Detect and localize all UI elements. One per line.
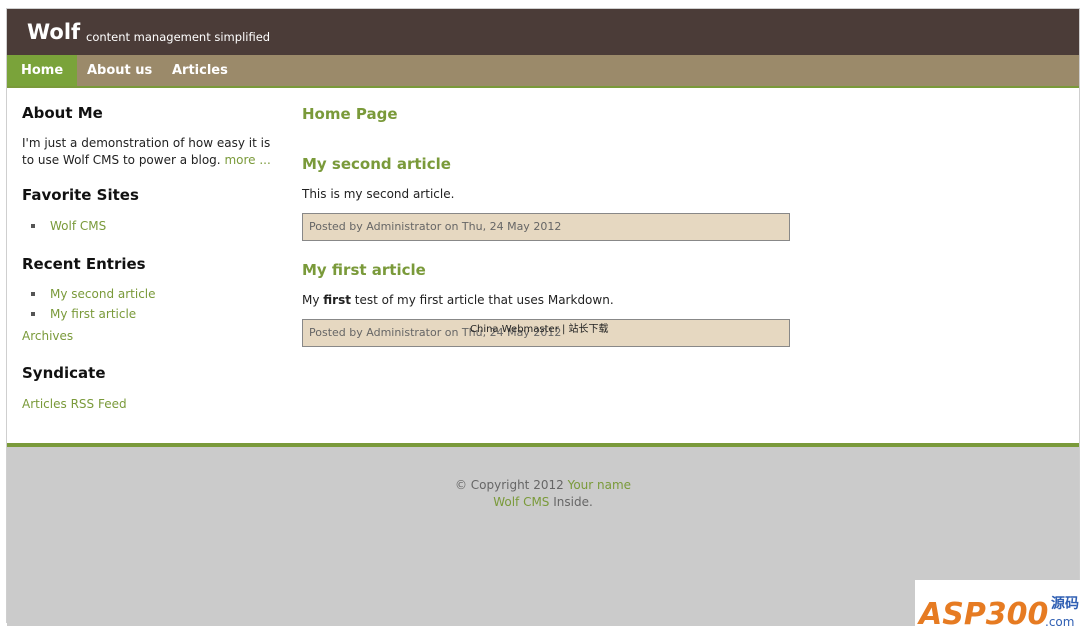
about-me-text: I'm just a demonstration of how easy it … <box>22 135 272 169</box>
bullet-icon <box>31 312 35 316</box>
footer-powered: Wolf CMS Inside. <box>7 494 1079 511</box>
asp300-suffix: 源码 <box>1051 595 1079 612</box>
site-header: Wolf content management simplified <box>7 9 1079 55</box>
main-content: Home Page My second article This is my s… <box>302 105 1062 347</box>
about-more-link[interactable]: more ... <box>224 153 270 167</box>
inside-text: Inside. <box>553 495 593 509</box>
recent-entry-link[interactable]: My second article <box>50 287 156 301</box>
your-name-link[interactable]: Your name <box>568 478 631 492</box>
article-title-link[interactable]: My first article <box>302 261 1062 279</box>
article-info: Posted by Administrator on Thu, 24 May 2… <box>302 213 790 241</box>
recent-entry-link[interactable]: My first article <box>50 307 136 321</box>
syndicate-heading: Syndicate <box>22 364 106 382</box>
asp300-logo-image: ASP300 源码 .com <box>917 595 1079 632</box>
article-body: My first test of my first article that u… <box>302 293 1062 307</box>
bullet-icon <box>31 224 35 228</box>
article-body-prefix: My <box>302 293 324 307</box>
list-item: My second article <box>22 284 272 304</box>
article-body-bold: first <box>323 293 351 307</box>
site-tagline: content management simplified <box>86 30 271 44</box>
footer-copyright: © Copyright 2012 Your name <box>7 477 1079 494</box>
asp300-domain: .com <box>1045 615 1074 629</box>
article-title-link[interactable]: My second article <box>302 155 1062 173</box>
copyright-text: © Copyright 2012 <box>454 478 564 492</box>
page-title: Home Page <box>302 105 398 123</box>
list-item: Wolf CMS <box>22 216 272 236</box>
recent-entries-heading: Recent Entries <box>22 255 146 273</box>
nav-home[interactable]: Home <box>7 55 78 86</box>
archives-link[interactable]: Archives <box>22 329 73 343</box>
article-body-suffix: test of my first article that uses Markd… <box>350 293 614 307</box>
site-frame: Wolf content management simplified Home … <box>6 8 1080 626</box>
site-logo[interactable]: Wolf <box>27 20 80 44</box>
about-me-heading: About Me <box>22 104 103 122</box>
article-body: This is my second article. <box>302 187 455 201</box>
nav-articles[interactable]: Articles <box>172 55 228 86</box>
asp300-text: ASP300 <box>917 597 1048 630</box>
favorite-sites-heading: Favorite Sites <box>22 186 139 204</box>
favorite-sites-list: Wolf CMS <box>22 216 272 236</box>
favorite-site-link[interactable]: Wolf CMS <box>50 219 106 233</box>
recent-entries-list: My second article My first article <box>22 284 272 324</box>
bullet-icon <box>31 292 35 296</box>
nav-about-us[interactable]: About us <box>87 55 152 86</box>
list-item: My first article <box>22 304 272 324</box>
watermark: China Webmaster | 站长下载 <box>470 324 609 335</box>
rss-feed-link[interactable]: Articles RSS Feed <box>22 397 127 411</box>
asp300-logo: ASP300 源码 .com <box>915 580 1085 632</box>
main-nav: Home About us Articles <box>7 55 1079 88</box>
wolf-cms-link[interactable]: Wolf CMS <box>493 495 549 509</box>
sidebar: About Me I'm just a demonstration of how… <box>22 104 272 413</box>
